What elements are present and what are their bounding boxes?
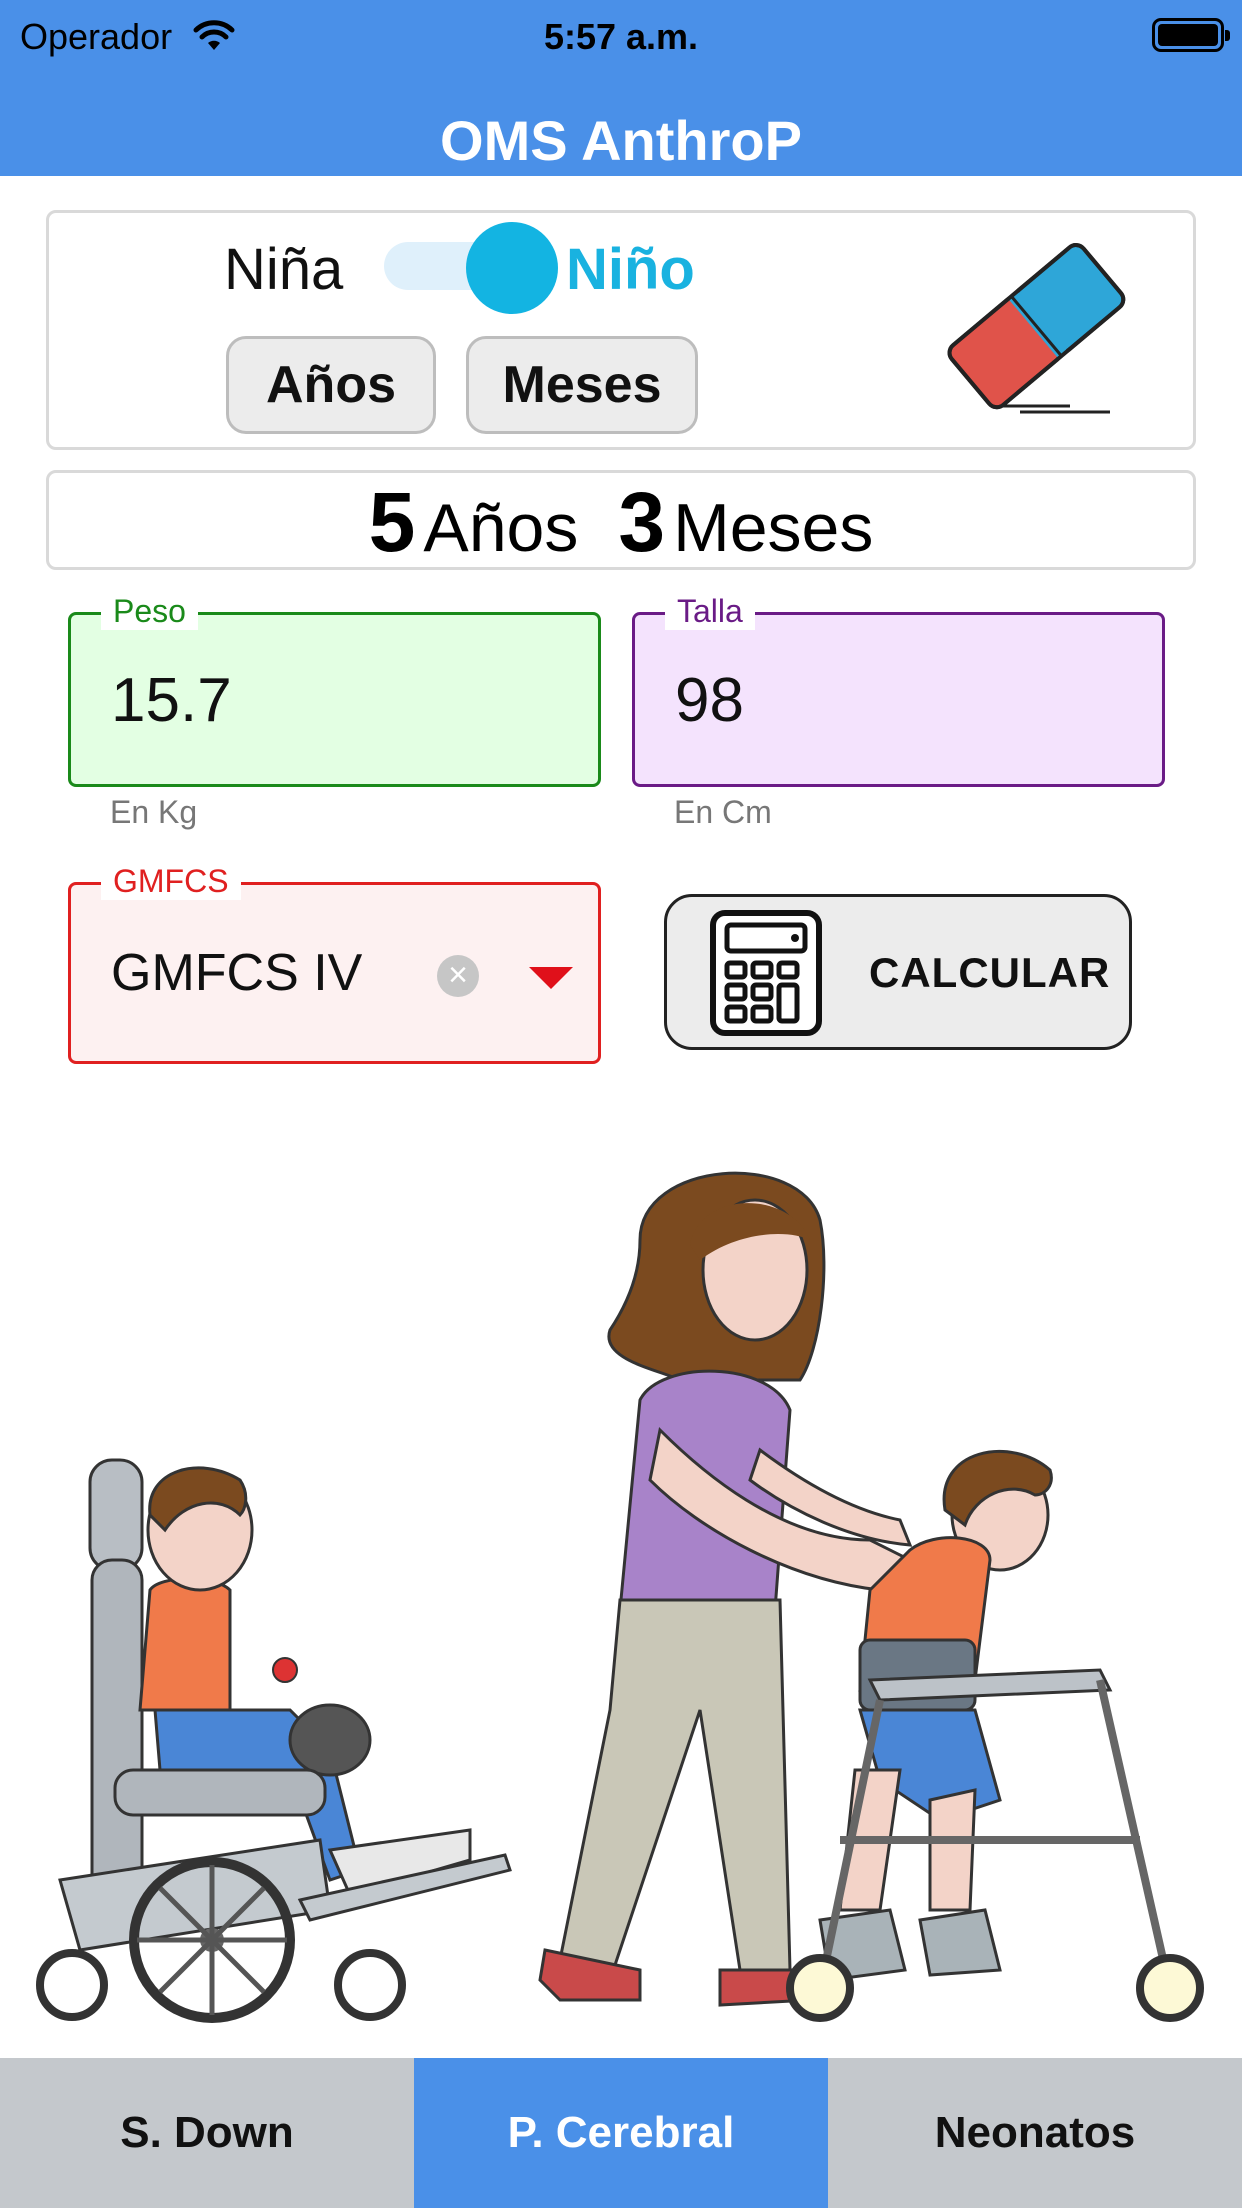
gender-female-label[interactable]: Niña	[224, 236, 343, 303]
months-button[interactable]: Meses	[466, 336, 698, 434]
wheelchair-child-figure	[36, 1458, 512, 2023]
weight-label: Peso	[101, 593, 198, 630]
tab-cerebral-palsy[interactable]: P. Cerebral	[414, 2058, 828, 2208]
tab-neonates[interactable]: Neonatos	[828, 2058, 1242, 2208]
status-time: 5:57 a.m.	[543, 16, 699, 57]
gmfcs-select[interactable]: GMFCS GMFCS IV ×	[68, 863, 601, 1064]
age-years-unit: Años	[423, 490, 579, 566]
gmfcs-value: GMFCS IV	[111, 944, 363, 1002]
age-months-value: 3	[618, 475, 666, 569]
age-months-unit: Meses	[673, 490, 874, 566]
weight-field[interactable]: Peso 15.7	[68, 593, 601, 787]
walker-child-figure	[786, 1449, 1204, 2022]
page-title: OMS AnthroP	[440, 109, 802, 172]
gender-switch-knob[interactable]	[466, 222, 558, 314]
bottom-tab-bar: S. Down P. Cerebral Neonatos	[0, 2058, 1242, 2208]
calculator-icon	[710, 910, 822, 1036]
calculate-label: CALCULAR	[869, 949, 1111, 996]
height-field[interactable]: Talla 98	[632, 593, 1165, 787]
cerebral-palsy-illustration	[36, 1171, 1204, 2023]
eraser-icon[interactable]	[930, 236, 1140, 416]
height-label: Talla	[665, 593, 755, 630]
battery-icon	[1152, 18, 1230, 52]
age-years-value: 5	[368, 475, 416, 569]
clear-icon[interactable]: ×	[437, 955, 479, 997]
status-bar: Operador 5:57 a.m.	[0, 10, 1242, 60]
years-button[interactable]: Años	[226, 336, 436, 434]
height-input[interactable]: 98	[675, 665, 744, 736]
weight-helper: En Kg	[110, 794, 198, 830]
calculate-button[interactable]: CALCULAR	[664, 894, 1132, 1050]
gmfcs-label: GMFCS	[101, 863, 241, 900]
gender-male-label[interactable]: Niño	[566, 236, 695, 303]
height-helper: En Cm	[674, 794, 772, 830]
weight-input[interactable]: 15.7	[111, 665, 232, 736]
age-display: 5 Años 3 Meses	[46, 474, 1196, 570]
tab-down-syndrome[interactable]: S. Down	[0, 2058, 414, 2208]
dropdown-arrow-icon[interactable]	[529, 967, 573, 989]
app-header: Operador 5:57 a.m. OMS AnthroP	[0, 0, 1242, 176]
